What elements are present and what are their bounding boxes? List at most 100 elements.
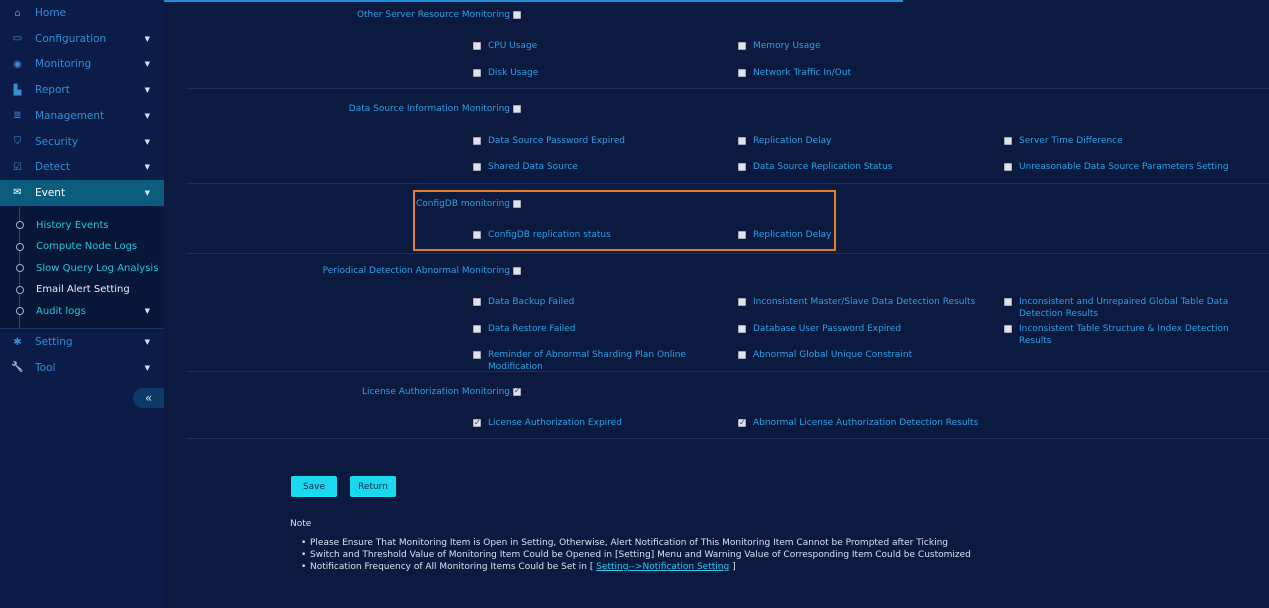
item-checkbox[interactable] bbox=[738, 42, 746, 50]
item-checkbox[interactable] bbox=[1004, 163, 1012, 171]
item-label: Server Time Difference bbox=[1019, 136, 1123, 146]
item-checkbox[interactable] bbox=[473, 231, 481, 239]
monitor-item[interactable]: Database User Password Expired bbox=[738, 323, 993, 335]
monitor-item[interactable]: Shared Data Source bbox=[473, 161, 728, 173]
sidebar-item-monitoring[interactable]: ◉ Monitoring ▼ bbox=[0, 51, 164, 77]
sidebar-item-label: Tool bbox=[35, 361, 56, 374]
sidebar-item-home[interactable]: ⌂ Home bbox=[0, 0, 164, 26]
home-icon: ⌂ bbox=[14, 7, 21, 19]
item-checkbox[interactable] bbox=[473, 137, 481, 145]
item-checkbox[interactable] bbox=[473, 163, 481, 171]
circle-icon bbox=[16, 264, 24, 272]
item-label: Data Restore Failed bbox=[488, 324, 576, 334]
section-divider bbox=[186, 88, 1269, 89]
sidebar: « ⌂ Home ▭ Configuration ▼ ◉ Monitoring ▼ ▙ Repor… bbox=[0, 0, 164, 608]
sidebar-item-setting[interactable]: ✱ Setting ▼ bbox=[0, 329, 164, 355]
monitor-item[interactable]: Memory Usage bbox=[738, 40, 993, 52]
monitor-item[interactable]: Unreasonable Data Source Parameters Sett… bbox=[1004, 161, 1259, 173]
caret-down-icon: ▼ bbox=[144, 137, 150, 146]
monitor-item[interactable]: Inconsistent Table Structure & Index Det… bbox=[1004, 323, 1259, 347]
sidebar-item-label: Management bbox=[35, 109, 105, 122]
submenu-item-audit-logs[interactable]: Audit logs ▼ bbox=[0, 301, 164, 321]
item-checkbox[interactable] bbox=[738, 298, 746, 306]
submenu-item-compute-node-logs[interactable]: Compute Node Logs bbox=[0, 237, 164, 257]
sidebar-item-security[interactable]: ⛉ Security ▼ bbox=[0, 129, 164, 155]
eye-icon: ◉ bbox=[13, 58, 22, 70]
item-checkbox[interactable] bbox=[1004, 325, 1012, 333]
item-checkbox[interactable] bbox=[738, 69, 746, 77]
item-checkbox[interactable] bbox=[738, 417, 746, 429]
notification-setting-link[interactable]: Setting-->Notification Setting bbox=[596, 562, 729, 572]
item-checkbox[interactable] bbox=[473, 325, 481, 333]
item-checkbox[interactable] bbox=[473, 417, 481, 429]
monitor-item[interactable]: ConfigDB replication status bbox=[473, 229, 728, 241]
circle-icon bbox=[16, 221, 24, 229]
submenu-item-label: Compute Node Logs bbox=[36, 241, 138, 252]
save-button[interactable]: Save bbox=[291, 476, 337, 497]
item-checkbox[interactable] bbox=[738, 137, 746, 145]
item-label: Disk Usage bbox=[488, 68, 539, 78]
monitor-item[interactable]: Network Traffic In/Out bbox=[738, 67, 993, 79]
caret-down-icon: ▼ bbox=[144, 188, 150, 197]
monitor-item[interactable]: Inconsistent and Unrepaired Global Table… bbox=[1004, 296, 1259, 320]
sidebar-item-tool[interactable]: 🔧 Tool ▼ bbox=[0, 355, 164, 381]
section-divider bbox=[186, 438, 1269, 439]
sidebar-item-label: Event bbox=[35, 186, 66, 199]
item-label: Replication Delay bbox=[753, 136, 832, 146]
section-checkbox[interactable] bbox=[513, 11, 521, 19]
caret-down-icon: ▼ bbox=[144, 34, 150, 43]
item-checkbox[interactable] bbox=[473, 69, 481, 77]
item-label: Reminder of Abnormal Sharding Plan Onlin… bbox=[488, 350, 686, 372]
item-label: Network Traffic In/Out bbox=[753, 68, 852, 78]
circle-icon bbox=[16, 307, 24, 315]
caret-down-icon: ▼ bbox=[144, 86, 150, 95]
sidebar-item-report[interactable]: ▙ Report ▼ bbox=[0, 77, 164, 103]
monitor-item[interactable]: Data Source Password Expired bbox=[473, 135, 728, 147]
item-label: Shared Data Source bbox=[488, 162, 578, 172]
item-checkbox[interactable] bbox=[738, 163, 746, 171]
database-icon: ≣ bbox=[13, 110, 22, 122]
item-checkbox[interactable] bbox=[473, 42, 481, 50]
collapse-sidebar-button[interactable]: « bbox=[133, 388, 164, 408]
item-label: ConfigDB replication status bbox=[488, 230, 611, 240]
monitor-item[interactable]: CPU Usage bbox=[473, 40, 728, 52]
item-checkbox[interactable] bbox=[1004, 298, 1012, 306]
item-checkbox[interactable] bbox=[1004, 137, 1012, 145]
section-checkbox[interactable] bbox=[513, 267, 521, 275]
submenu-item-slow-query-log-analysis[interactable]: Slow Query Log Analysis bbox=[0, 258, 164, 278]
section-label: Data Source Information Monitoring bbox=[348, 104, 510, 114]
item-checkbox[interactable] bbox=[738, 325, 746, 333]
submenu-item-email-alert-setting[interactable]: Email Alert Setting bbox=[0, 280, 164, 300]
monitor-item[interactable]: Disk Usage bbox=[473, 67, 728, 79]
monitor-item[interactable]: License Authorization Expired bbox=[473, 417, 728, 429]
monitor-item[interactable]: Data Source Replication Status bbox=[738, 161, 993, 173]
return-button[interactable]: Return bbox=[350, 476, 396, 497]
submenu-item-label: Slow Query Log Analysis bbox=[36, 262, 159, 274]
submenu-item-label: Audit logs bbox=[36, 305, 86, 317]
monitor-item[interactable]: Data Backup Failed bbox=[473, 296, 728, 308]
monitor-item[interactable]: Replication Delay bbox=[738, 229, 993, 241]
monitor-item[interactable]: Abnormal Global Unique Constraint bbox=[738, 349, 993, 361]
section-checkbox[interactable] bbox=[513, 386, 521, 396]
caret-down-icon: ▼ bbox=[144, 163, 150, 172]
monitor-item[interactable]: Reminder of Abnormal Sharding Plan Onlin… bbox=[473, 349, 728, 373]
monitor-item[interactable]: Server Time Difference bbox=[1004, 135, 1259, 147]
submenu-item-history-events[interactable]: History Events bbox=[0, 215, 164, 235]
item-label: Replication Delay bbox=[753, 230, 832, 240]
monitor-item[interactable]: Replication Delay bbox=[738, 135, 993, 147]
sidebar-item-configuration[interactable]: ▭ Configuration ▼ bbox=[0, 26, 164, 52]
section-checkbox[interactable] bbox=[513, 105, 521, 113]
item-label: Abnormal License Authorization Detection… bbox=[753, 418, 979, 428]
monitor-item[interactable]: Abnormal License Authorization Detection… bbox=[738, 417, 993, 429]
item-checkbox[interactable] bbox=[473, 298, 481, 306]
monitor-item[interactable]: Inconsistent Master/Slave Data Detection… bbox=[738, 296, 993, 308]
sidebar-item-detect[interactable]: ☑ Detect ▼ bbox=[0, 154, 164, 180]
submenu-item-label: History Events bbox=[36, 219, 109, 231]
item-label: Abnormal Global Unique Constraint bbox=[753, 350, 913, 360]
sidebar-item-event[interactable]: ✉ Event ▼ bbox=[0, 179, 164, 206]
monitor-item[interactable]: Data Restore Failed bbox=[473, 323, 728, 335]
sidebar-item-management[interactable]: ≣ Management ▼ bbox=[0, 103, 164, 129]
item-checkbox[interactable] bbox=[738, 351, 746, 359]
item-checkbox[interactable] bbox=[473, 351, 481, 359]
item-checkbox[interactable] bbox=[738, 231, 746, 239]
